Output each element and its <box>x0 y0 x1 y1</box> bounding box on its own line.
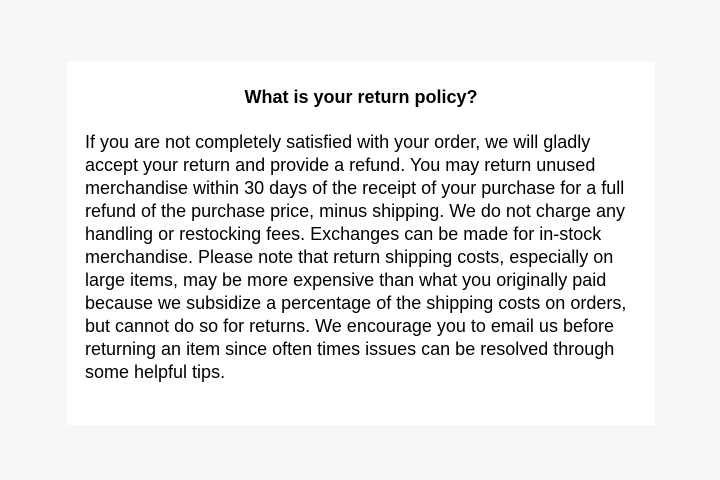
faq-question: What is your return policy? <box>244 87 478 107</box>
faq-answer: If you are not completely satisfied with… <box>85 132 627 382</box>
page: { "faq": { "question": "What is your ret… <box>0 0 720 480</box>
faq-card: What is your return policy? If you are n… <box>67 62 655 425</box>
